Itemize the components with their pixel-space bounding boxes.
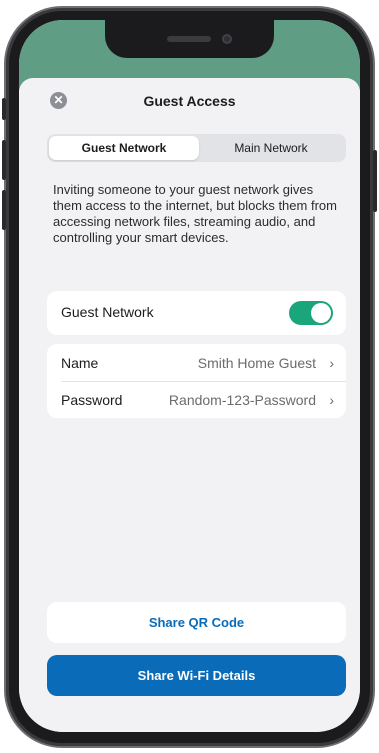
power-button (373, 150, 377, 212)
network-password-label: Password (61, 392, 123, 408)
network-password-value: Random-123-Password (168, 392, 316, 408)
mute-switch (2, 98, 6, 120)
phone-screen: ✕ Guest Access Guest Network Main Networ… (19, 20, 360, 732)
network-name-label: Name (61, 355, 99, 371)
row-divider (61, 381, 346, 382)
network-segmented-control: Guest Network Main Network (47, 134, 346, 162)
guest-network-toggle-card: Guest Network (47, 291, 346, 335)
tab-main-network[interactable]: Main Network (196, 136, 346, 160)
volume-up-button (2, 140, 6, 180)
page-title: Guest Access (143, 93, 236, 109)
guest-network-description: Inviting someone to your guest network g… (53, 182, 337, 245)
camera-icon (222, 34, 232, 44)
network-name-value: Smith Home Guest (197, 355, 316, 371)
network-details-card: Name Smith Home Guest › Password Random-… (47, 344, 346, 418)
share-qr-code-button[interactable]: Share QR Code (47, 602, 346, 643)
volume-down-button (2, 190, 6, 230)
chevron-right-icon: › (329, 355, 334, 371)
share-wifi-details-button[interactable]: Share Wi-Fi Details (47, 655, 346, 696)
notch (105, 20, 274, 58)
toggle-knob (311, 303, 331, 323)
chevron-right-icon: › (329, 392, 334, 408)
tab-guest-network[interactable]: Guest Network (49, 136, 199, 160)
speaker-grille (167, 36, 211, 42)
guest-network-toggle-label: Guest Network (61, 304, 154, 320)
guest-network-toggle[interactable] (289, 301, 333, 325)
